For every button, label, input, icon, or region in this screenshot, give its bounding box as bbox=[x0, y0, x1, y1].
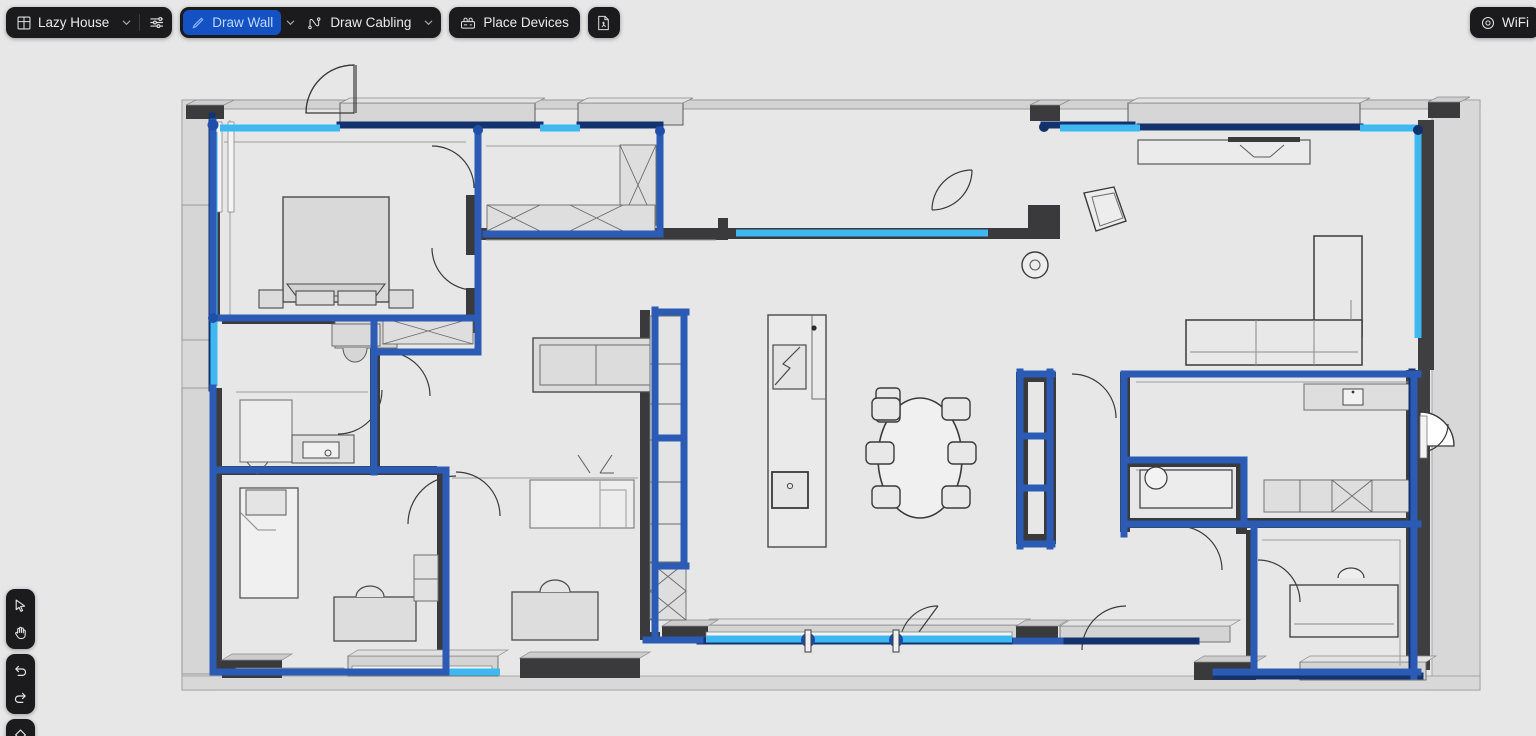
draw-wall-tool[interactable]: Draw Wall bbox=[183, 10, 282, 35]
draw-tools-group: Draw Wall Draw Cabling bbox=[180, 7, 442, 38]
project-name: Lazy House bbox=[38, 14, 110, 30]
place-devices-label: Place Devices bbox=[483, 14, 569, 30]
pdf-icon[interactable] bbox=[591, 10, 617, 35]
wifi-target-icon bbox=[1481, 16, 1495, 30]
redo-button[interactable] bbox=[9, 685, 32, 710]
wifi-button[interactable]: WiFi bbox=[1473, 10, 1536, 35]
draw-cabling-tool[interactable]: Draw Cabling bbox=[300, 10, 419, 35]
sliders-icon[interactable] bbox=[143, 10, 169, 35]
top-toolbar: Lazy House Draw Wall Draw Cabling Place … bbox=[6, 7, 620, 38]
draw-wall-caret-icon[interactable] bbox=[281, 10, 300, 35]
wifi-label: WiFi bbox=[1502, 14, 1529, 30]
floorplan-canvas[interactable] bbox=[0, 0, 1536, 736]
draw-cabling-label: Draw Cabling bbox=[330, 14, 412, 30]
history-group bbox=[6, 654, 35, 714]
place-devices-group: Place Devices bbox=[449, 7, 580, 38]
export-group bbox=[587, 7, 620, 38]
pan-tool-button[interactable] bbox=[9, 620, 32, 645]
floorplan-icon bbox=[17, 16, 31, 30]
pointer-tool-group bbox=[6, 589, 35, 649]
select-tool-button[interactable] bbox=[9, 593, 32, 618]
draw-cabling-caret-icon[interactable] bbox=[419, 10, 438, 35]
layers-button[interactable] bbox=[9, 723, 32, 736]
floorplan-drawing bbox=[181, 64, 1481, 691]
draw-wall-label: Draw Wall bbox=[212, 14, 274, 30]
project-selector[interactable]: Lazy House bbox=[9, 10, 117, 35]
pencil-icon bbox=[191, 16, 205, 30]
place-devices-button[interactable]: Place Devices bbox=[452, 10, 577, 35]
project-caret-icon[interactable] bbox=[117, 10, 136, 35]
undo-button[interactable] bbox=[9, 658, 32, 683]
toolbar-divider bbox=[139, 14, 141, 31]
misc-tool-group bbox=[6, 719, 35, 736]
device-rack-icon bbox=[460, 16, 476, 30]
floorplan-editor-app: Lazy House Draw Wall Draw Cabling Place … bbox=[0, 0, 1536, 736]
wifi-group: WiFi bbox=[1470, 7, 1536, 38]
furniture bbox=[239, 137, 1415, 642]
project-group: Lazy House bbox=[6, 7, 173, 38]
cable-node-icon bbox=[308, 16, 323, 30]
